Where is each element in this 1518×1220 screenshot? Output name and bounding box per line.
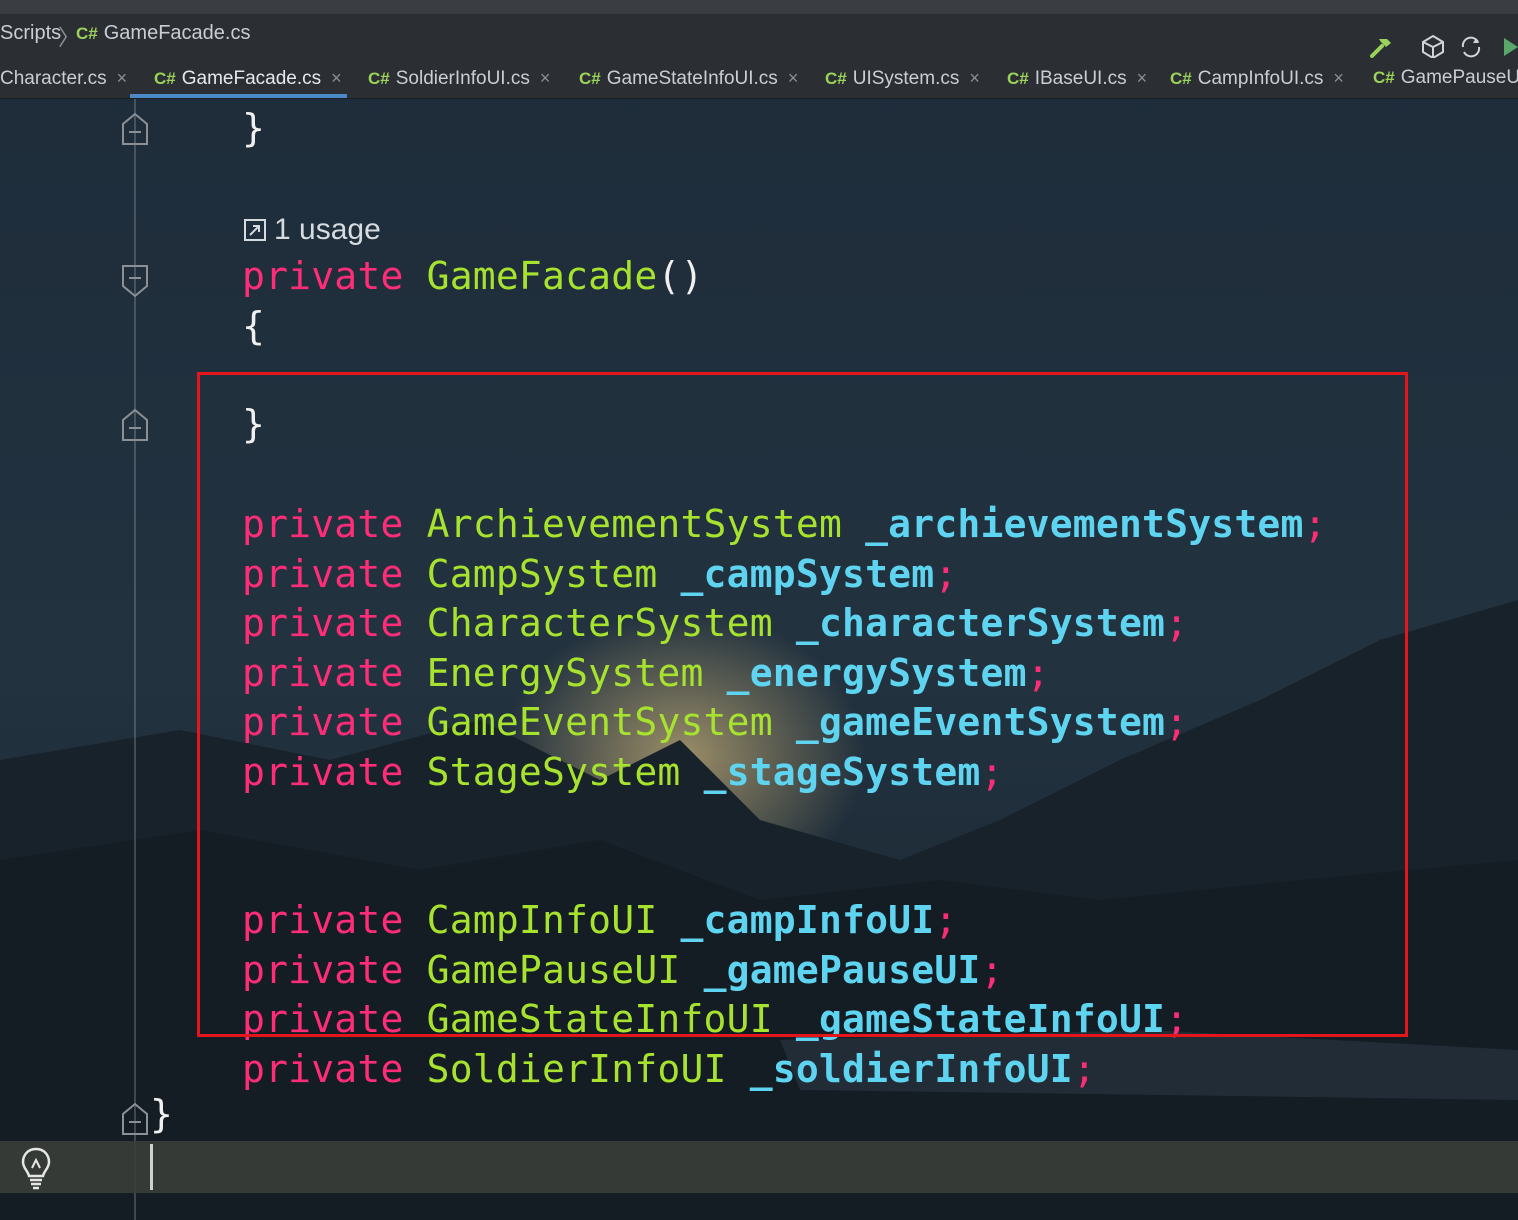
csharp-file-icon: C# — [1007, 69, 1029, 88]
tab-label: UISystem.cs — [852, 68, 960, 89]
csharp-file-icon: C# — [368, 69, 390, 88]
csharp-file-icon: C# — [1170, 69, 1192, 88]
tab-label: IBaseUI.cs — [1034, 68, 1127, 89]
fold-end-icon[interactable] — [121, 1102, 149, 1136]
field-declaration: private SoldierInfoUI _soldierInfoUI; — [242, 1047, 1096, 1091]
bottom-bar — [0, 1141, 1518, 1193]
text-caret — [150, 1144, 153, 1190]
close-icon[interactable]: × — [117, 68, 128, 88]
constructor-signature: private GameFacade() — [242, 254, 704, 298]
keyword-private: private — [242, 1047, 404, 1091]
tab-gamefacade[interactable]: C# GameFacade.cs × — [154, 58, 342, 98]
csharp-file-icon: C# — [76, 24, 98, 43]
usage-hint[interactable]: 1 usage — [244, 213, 381, 247]
close-icon[interactable]: × — [788, 68, 799, 88]
keyword-private: private — [242, 254, 404, 298]
csharp-file-icon: C# — [1373, 68, 1395, 87]
tab-label: GameFacade.cs — [181, 68, 322, 89]
run-icon[interactable] — [1498, 34, 1518, 60]
csharp-file-icon: C# — [579, 69, 601, 88]
tab-label: Character.cs — [0, 68, 107, 89]
close-icon[interactable]: × — [331, 68, 342, 88]
csharp-file-icon: C# — [154, 69, 176, 88]
unity-refresh-icon[interactable] — [1458, 34, 1484, 60]
editor-tab-bar: Character.cs × C# GameFacade.cs × C# Soldier… — [0, 58, 1518, 99]
tab-campinfoui[interactable]: C# CampInfoUI.cs × — [1170, 58, 1344, 98]
tab-label: CampInfoUI.cs — [1197, 68, 1324, 89]
csharp-file-icon: C# — [825, 69, 847, 88]
fold-start-icon[interactable] — [121, 264, 149, 298]
tab-character[interactable]: Character.cs × — [0, 58, 127, 98]
active-tab-indicator — [130, 94, 347, 98]
close-icon[interactable]: × — [969, 68, 980, 88]
usage-hint-label: 1 usage — [274, 213, 381, 246]
external-link-icon — [244, 219, 266, 241]
class-close-brace: } — [150, 1092, 174, 1136]
unity-icon[interactable] — [1420, 34, 1446, 60]
semicolon: ; — [1072, 1047, 1096, 1091]
tab-ibaseui[interactable]: C# IBaseUI.cs × — [1007, 58, 1147, 98]
tab-uisystem[interactable]: C# UISystem.cs × — [825, 58, 980, 98]
hammer-icon[interactable] — [1368, 34, 1394, 60]
tab-label: SoldierInfoUI.cs — [395, 68, 530, 89]
closing-brace: } — [242, 106, 266, 150]
close-icon[interactable]: × — [1137, 68, 1148, 88]
open-brace: { — [242, 304, 266, 348]
fold-end-icon[interactable] — [121, 408, 149, 442]
tab-soldierinfoui[interactable]: C# SoldierInfoUI.cs × — [368, 58, 550, 98]
lightbulb-icon[interactable] — [18, 1146, 54, 1190]
breadcrumb-file[interactable]: C# GameFacade.cs — [76, 22, 250, 45]
close-icon[interactable]: × — [540, 68, 551, 88]
breadcrumb-bar: Scripts 〉 C# GameFacade.cs — [0, 0, 1518, 60]
tab-gamepauseui[interactable]: C# GamePauseUI — [1373, 58, 1518, 98]
tab-label: GameStateInfoUI.cs — [606, 68, 778, 89]
field-name: _soldierInfoUI — [749, 1047, 1073, 1091]
highlight-box — [197, 372, 1408, 1037]
constructor-parens: () — [657, 254, 704, 298]
tab-gamestateinfoui[interactable]: C# GameStateInfoUI.cs × — [579, 58, 798, 98]
constructor-name: GameFacade — [426, 254, 658, 298]
close-icon[interactable]: × — [1333, 68, 1344, 88]
breadcrumb-file-label: GameFacade.cs — [103, 22, 251, 44]
field-type: SoldierInfoUI — [426, 1047, 727, 1091]
tab-label: GamePauseUI — [1400, 67, 1518, 88]
fold-end-icon[interactable] — [121, 112, 149, 146]
breadcrumb-folder[interactable]: Scripts — [0, 22, 61, 45]
